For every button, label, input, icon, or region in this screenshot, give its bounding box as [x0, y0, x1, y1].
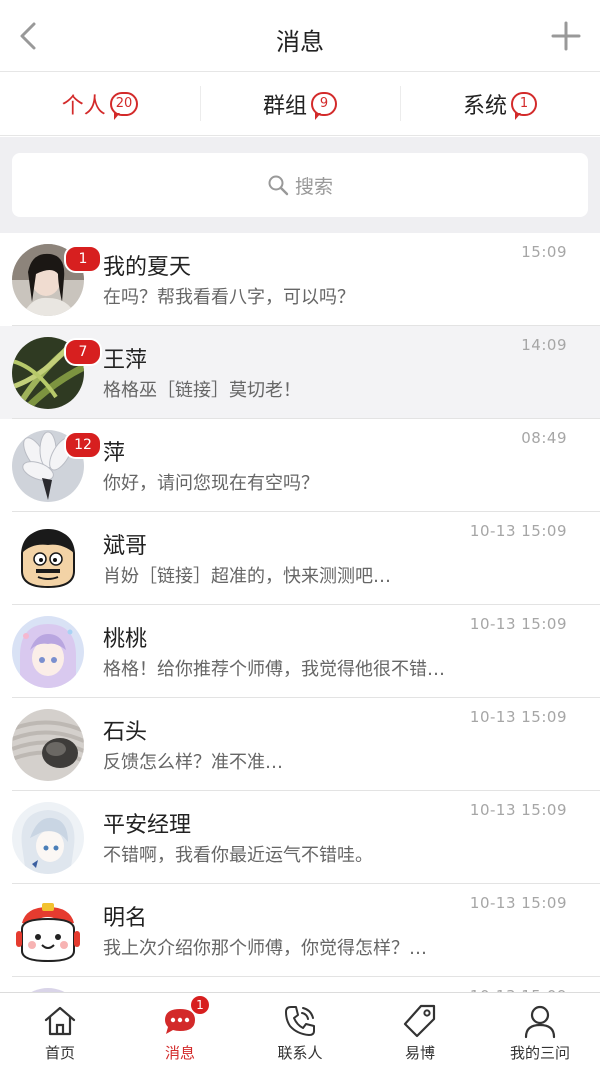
conversation-row[interactable]: 斌哥 10-13 15:09 肖妢［链接］超准的，快来测测吧… [0, 512, 600, 605]
message-preview: 不错啊，我看你最近运气不错哇。 [103, 845, 373, 866]
tabbar-item-home[interactable]: 首页 [0, 993, 120, 1067]
message-time: 10-13 15:09 [469, 801, 567, 819]
home-icon [44, 1006, 76, 1036]
avatar [12, 523, 84, 595]
search-area: 搜索 [0, 137, 600, 233]
conversation-row[interactable]: 12 萍 08:49 你好，请问您现在有空吗？ [0, 419, 600, 512]
contact-name: 石头 [103, 720, 148, 745]
tabbar-item-profile[interactable]: 我的三问 [480, 993, 600, 1067]
plus-icon[interactable] [550, 20, 582, 52]
user-icon [524, 1005, 556, 1039]
contact-name: 桃桃 [103, 627, 148, 652]
search-input[interactable]: 搜索 [12, 153, 588, 217]
tabbar-label: 消息 [164, 1044, 195, 1062]
message-preview: 格格！给你推荐个师傅，我觉得他很不错… [103, 659, 445, 680]
page-title: 消息 [276, 28, 324, 56]
tab-label: 群组 [262, 93, 307, 119]
message-time: 10-13 15:09 [469, 894, 567, 912]
contact-name: 平安经理 [103, 813, 192, 838]
contact-name: 萍 [103, 441, 126, 466]
count-bubble: 9 [311, 91, 337, 120]
message-time: 08:49 [521, 429, 567, 447]
phone-icon [285, 1006, 315, 1036]
count-bubble: 1 [511, 91, 537, 120]
conversation-row[interactable]: 7 王萍 14:09 格格巫［链接］莫切老！ [0, 326, 600, 419]
conversation-row[interactable]: 明名 10-13 15:09 我上次介绍你那个师傅，你觉得怎样？… [0, 884, 600, 977]
tab-group[interactable]: 群组 9 [200, 72, 400, 135]
tabbar-label: 首页 [44, 1044, 75, 1062]
contact-name: 斌哥 [103, 534, 148, 559]
search-icon [268, 175, 289, 196]
conversation-row[interactable]: 1 我的夏天 15:09 在吗？帮我看看八字，可以吗？ [0, 233, 600, 326]
tabbar-item-yibo[interactable]: 易博 [360, 993, 480, 1067]
unread-badge: 1 [64, 245, 102, 273]
conversation-row[interactable]: 平安经理 10-13 15:09 不错啊，我看你最近运气不错哇。 [0, 791, 600, 884]
contact-name: 我的夏天 [103, 255, 192, 280]
tabbar-label: 我的三问 [509, 1044, 570, 1062]
avatar [12, 616, 84, 688]
message-time: 10-13 15:09 [469, 522, 567, 540]
bottom-tab-bar: 首页 消息 1 联系人 易博 我的三问 [0, 992, 600, 1067]
message-preview: 反馈怎么样？准不准… [103, 752, 283, 773]
message-preview: 你好，请问您现在有空吗？ [103, 473, 319, 494]
avatar [12, 802, 84, 874]
avatar [12, 709, 84, 781]
message-time: 14:09 [521, 336, 567, 354]
message-time: 10-13 15:09 [469, 615, 567, 633]
tabbar-label: 联系人 [277, 1044, 323, 1062]
tab-label: 系统 [462, 93, 507, 119]
tabbar-item-contacts[interactable]: 联系人 [240, 993, 360, 1067]
message-preview: 我上次介绍你那个师傅，你觉得怎样？… [103, 938, 427, 959]
unread-badge: 12 [64, 431, 102, 459]
message-preview: 在吗？帮我看看八字，可以吗？ [103, 287, 355, 308]
count-bubble: 20 [109, 91, 139, 120]
tabbar-item-messages[interactable]: 消息 1 [120, 993, 240, 1067]
tab-system[interactable]: 系统 1 [400, 72, 600, 135]
tabbar-label: 易博 [404, 1044, 435, 1062]
conversation-list: 1 我的夏天 15:09 在吗？帮我看看八字，可以吗？ 7 王萍 14:09 格… [0, 233, 600, 1067]
unread-badge: 7 [64, 338, 102, 366]
tab-personal[interactable]: 个人 20 [0, 72, 200, 135]
contact-name: 王萍 [103, 348, 148, 373]
contact-name: 明名 [103, 906, 148, 931]
message-time: 10-13 15:09 [469, 708, 567, 726]
navbar: 消息 [0, 0, 600, 72]
message-time: 15:09 [521, 243, 567, 261]
message-tabs: 个人 20 群组 9 系统 1 [0, 72, 600, 136]
conversation-row[interactable]: 石头 10-13 15:09 反馈怎么样？准不准… [0, 698, 600, 791]
tag-icon [403, 1004, 436, 1038]
avatar [12, 895, 84, 967]
conversation-row[interactable]: 桃桃 10-13 15:09 格格！给你推荐个师傅，我觉得他很不错… [0, 605, 600, 698]
search-placeholder: 搜索 [294, 175, 333, 198]
tab-label: 个人 [61, 93, 106, 119]
message-preview: 肖妢［链接］超准的，快来测测吧… [103, 566, 391, 587]
message-preview: 格格巫［链接］莫切老！ [103, 380, 301, 401]
unread-badge: 1 [191, 996, 209, 1014]
